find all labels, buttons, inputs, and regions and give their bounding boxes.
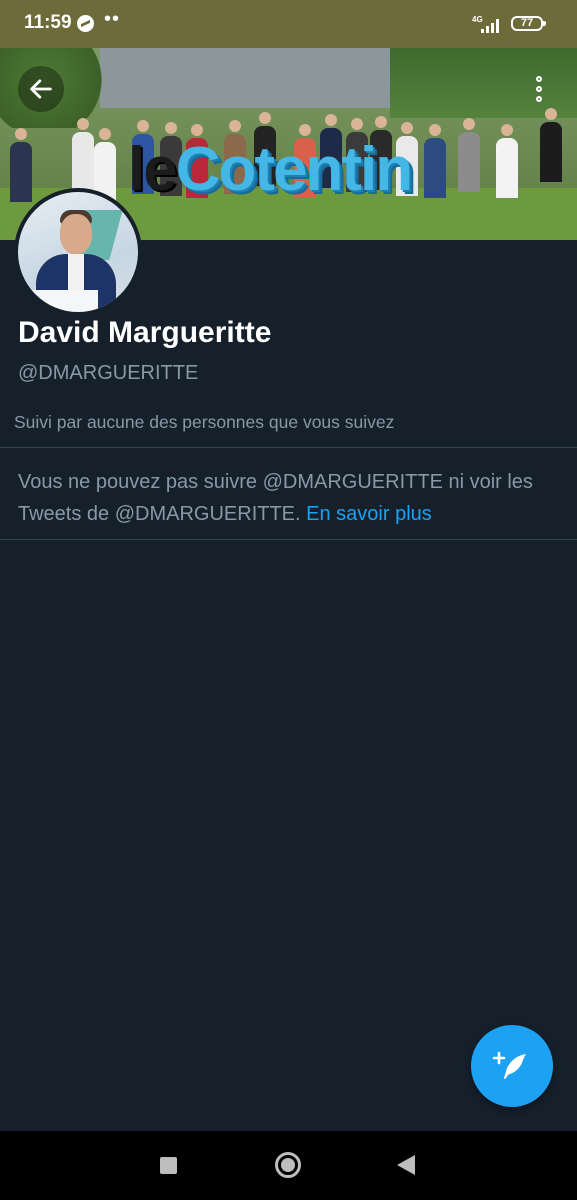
avatar[interactable] <box>14 188 142 316</box>
more-vertical-icon <box>536 76 542 82</box>
compose-tweet-icon <box>492 1051 526 1079</box>
banner-sign-le: le <box>128 135 178 204</box>
banner-sign: leCotentin <box>128 134 413 205</box>
compose-tweet-button[interactable] <box>471 1025 553 1107</box>
status-time: 11:59 <box>24 12 72 33</box>
status-bar: 11:59 •• 4G 77 <box>0 0 577 48</box>
divider <box>0 447 577 448</box>
followed-by-text: Suivi par aucune des personnes que vous … <box>14 412 395 432</box>
banner-sign-word: Cotentin <box>175 135 413 204</box>
avatar-photo <box>18 192 138 312</box>
recent-apps-icon[interactable] <box>160 1157 177 1174</box>
arrow-left-icon <box>30 79 52 99</box>
back-icon[interactable] <box>397 1155 415 1175</box>
display-name: David Margueritte <box>18 316 272 349</box>
battery-icon: 77 <box>511 16 546 31</box>
back-button[interactable] <box>18 66 64 112</box>
notification-dots: •• <box>104 8 121 30</box>
system-nav-bar <box>0 1131 577 1200</box>
divider <box>0 539 577 540</box>
more-options-button[interactable] <box>519 66 559 112</box>
protected-account-notice: Vous ne pouvez pas suivre @DMARGUERITTE … <box>18 466 558 530</box>
messenger-icon <box>77 15 94 32</box>
notice-text: Vous ne pouvez pas suivre @DMARGUERITTE … <box>18 471 533 525</box>
signal-icon <box>481 17 501 33</box>
user-handle: @DMARGUERITTE <box>18 362 199 384</box>
home-icon[interactable] <box>275 1152 301 1178</box>
learn-more-link[interactable]: En savoir plus <box>306 503 432 525</box>
